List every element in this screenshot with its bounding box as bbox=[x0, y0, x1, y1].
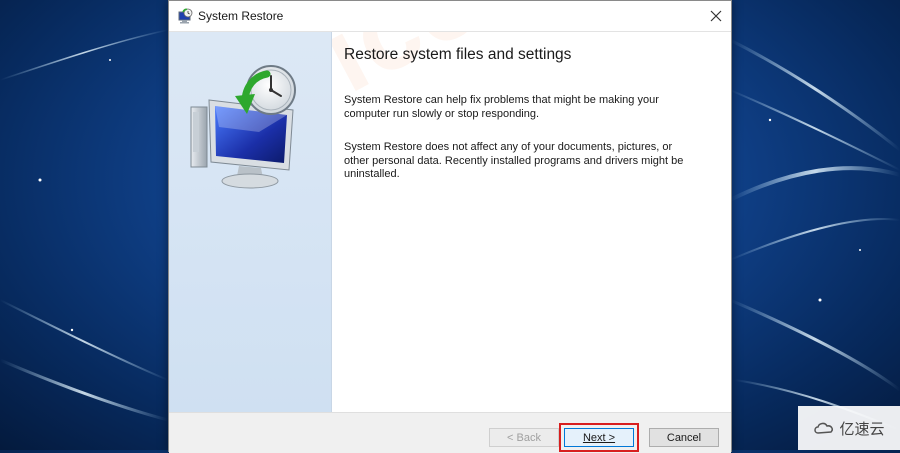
next-button-label: Next > bbox=[582, 431, 616, 444]
system-restore-hero-icon bbox=[190, 65, 296, 189]
close-icon bbox=[710, 10, 722, 22]
back-button-label: < Back bbox=[507, 431, 541, 444]
page-heading: Restore system files and settings bbox=[344, 46, 572, 63]
wizard-sidebar bbox=[169, 32, 332, 412]
close-button[interactable] bbox=[701, 1, 731, 31]
cancel-button[interactable]: Cancel bbox=[649, 428, 719, 447]
description-paragraph-1: System Restore can help fix problems tha… bbox=[344, 94, 659, 120]
back-button[interactable]: < Back bbox=[489, 428, 559, 447]
corner-logo: 亿速云 bbox=[798, 406, 900, 450]
title-bar[interactable]: System Restore bbox=[169, 1, 731, 32]
cloud-logo-icon bbox=[814, 422, 834, 434]
corner-logo-text: 亿速云 bbox=[839, 419, 885, 438]
system-restore-window: System Restore Restore system files and … bbox=[168, 0, 732, 453]
description-paragraph-2: System Restore does not affect any of yo… bbox=[344, 141, 684, 180]
cancel-button-label: Cancel bbox=[666, 431, 702, 444]
wizard-footer: < Back Next > Cancel bbox=[169, 412, 731, 453]
next-button[interactable]: Next > bbox=[564, 428, 634, 447]
wizard-content: DeviceTricks Restore system files and se… bbox=[332, 32, 731, 412]
system-restore-icon bbox=[178, 8, 193, 24]
window-title: System Restore bbox=[198, 9, 284, 23]
